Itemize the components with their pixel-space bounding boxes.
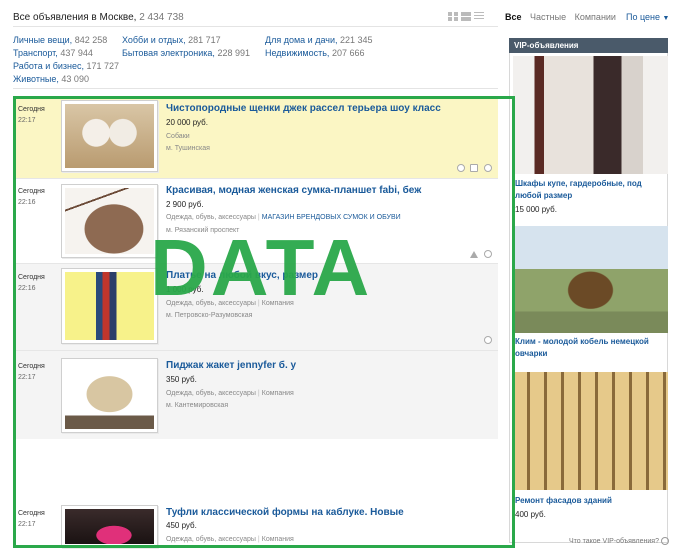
- sort-dropdown[interactable]: По цене ▼: [626, 12, 669, 22]
- category-link[interactable]: Работа и бизнес, 171 727: [13, 61, 119, 71]
- seller-filter: Все Частные Компании: [505, 12, 622, 22]
- sort-label: По цене: [626, 12, 661, 22]
- facade-photo: [513, 372, 668, 490]
- list-view-icon[interactable]: [474, 12, 484, 21]
- vip-item-title[interactable]: Клим - молодой кобель немецкой овчарки: [515, 336, 665, 360]
- category-count: 437 944: [60, 48, 93, 58]
- help-icon[interactable]: [660, 537, 669, 545]
- category-link[interactable]: Животные, 43 090: [13, 74, 89, 84]
- filter-all[interactable]: Все: [505, 12, 522, 22]
- vip-item-title[interactable]: Шкафы купе, гардеробные, под любой разме…: [515, 178, 665, 202]
- category-count: 842 258: [74, 35, 108, 45]
- vip-item-title[interactable]: Ремонт фасадов зданий: [515, 495, 665, 507]
- page-title: Все объявления в Москве, 2 434 738: [13, 12, 184, 23]
- category-label[interactable]: Работа и бизнес,: [13, 61, 84, 71]
- category-link[interactable]: Хобби и отдых, 281 717: [122, 35, 221, 45]
- category-label[interactable]: Недвижимость,: [265, 48, 329, 58]
- vip-item-image[interactable]: [513, 226, 668, 333]
- category-count: 221 345: [340, 35, 373, 45]
- category-count: 207 666: [331, 48, 365, 58]
- category-link[interactable]: Личные вещи, 842 258: [13, 35, 107, 45]
- gallery-view-icon[interactable]: [461, 12, 471, 21]
- data-overlay-label: DATA: [150, 223, 373, 312]
- category-label[interactable]: Для дома и дачи,: [265, 35, 337, 45]
- wardrobe-photo: [513, 56, 668, 174]
- divider: [13, 88, 498, 89]
- filter-companies[interactable]: Компании: [575, 12, 616, 22]
- chevron-down-icon: ▼: [662, 15, 670, 22]
- vip-info-text[interactable]: Что такое VIP-объявления?: [569, 538, 659, 545]
- category-label[interactable]: Личные вещи,: [13, 35, 72, 45]
- divider: [13, 26, 498, 27]
- category-link[interactable]: Недвижимость, 207 666: [265, 48, 364, 58]
- category-label[interactable]: Хобби и отдых,: [122, 35, 186, 45]
- total-count: 2 434 738: [139, 12, 184, 23]
- grid-view-icon[interactable]: [448, 12, 458, 21]
- category-label[interactable]: Бытовая электроника,: [122, 48, 215, 58]
- data-overlay-frame: [13, 96, 515, 548]
- dog-photo: [513, 226, 668, 333]
- vip-item-image[interactable]: [513, 372, 668, 490]
- filter-private[interactable]: Частные: [530, 12, 566, 22]
- category-count: 43 090: [61, 74, 89, 84]
- vip-info-link[interactable]: Что такое VIP-объявления?: [569, 537, 669, 545]
- vip-item-image[interactable]: [513, 56, 668, 174]
- category-count: 228 991: [217, 48, 250, 58]
- category-count: 281 717: [188, 35, 221, 45]
- vip-item-price: 15 000 руб.: [515, 205, 557, 214]
- view-switcher: [448, 12, 484, 21]
- category-link[interactable]: Для дома и дачи, 221 345: [265, 35, 373, 45]
- category-link[interactable]: Бытовая электроника, 228 991: [122, 48, 250, 58]
- vip-heading: VIP-объявления: [509, 38, 668, 53]
- category-link[interactable]: Транспорт, 437 944: [13, 48, 93, 58]
- category-label[interactable]: Животные,: [13, 74, 59, 84]
- category-count: 171 727: [86, 61, 120, 71]
- category-label[interactable]: Транспорт,: [13, 48, 58, 58]
- page-title-text: Все объявления в Москве,: [13, 12, 137, 23]
- vip-item-price: 400 руб.: [515, 510, 546, 519]
